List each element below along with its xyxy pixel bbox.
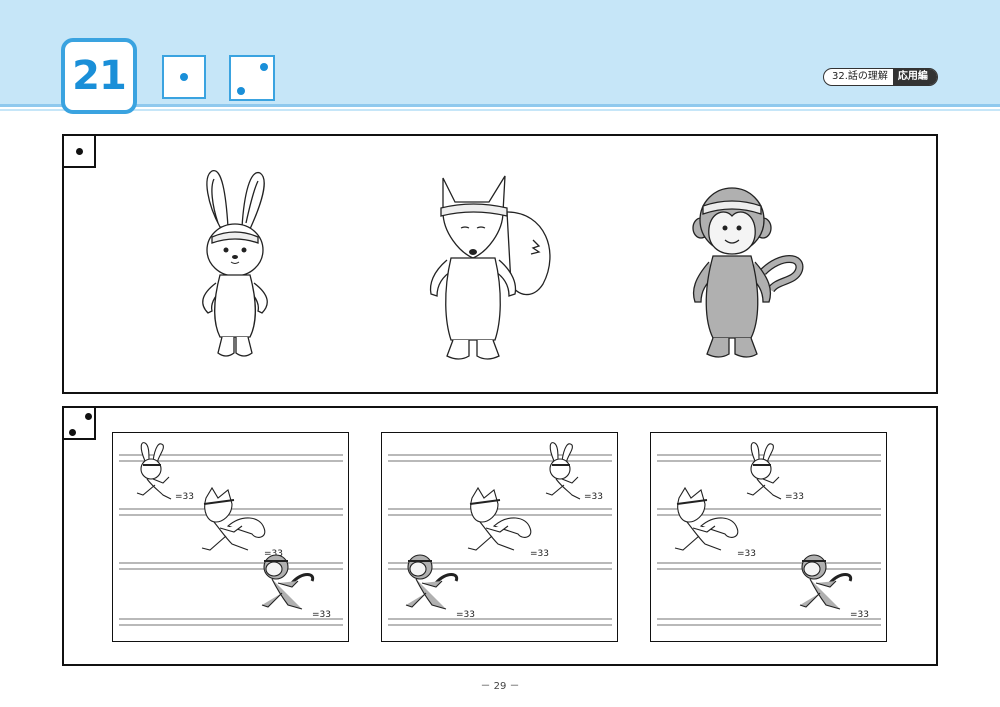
svg-text:=33: =33	[175, 492, 194, 502]
running-monkey-icon: =33	[799, 554, 869, 620]
monkey-icon	[692, 187, 804, 358]
section-tag-level: 応用編	[892, 69, 937, 85]
running-monkey-icon: =33	[405, 554, 475, 620]
running-rabbit-icon: =33	[136, 442, 194, 502]
dice-two-icon	[229, 55, 275, 101]
svg-text:=33: =33	[785, 492, 804, 502]
race-scene-1: =33 =33 =33	[112, 432, 349, 642]
rabbit-icon	[202, 170, 268, 357]
question-number: 21	[61, 38, 137, 114]
svg-text:=33: =33	[312, 610, 331, 620]
svg-text:=33: =33	[737, 549, 756, 559]
header-band	[0, 0, 1000, 104]
svg-text:=33: =33	[530, 549, 549, 559]
running-fox-icon: =33	[674, 486, 756, 559]
header-divider	[0, 104, 1000, 107]
header-divider-thin	[0, 109, 1000, 111]
dice-one-icon	[162, 55, 206, 99]
section-tag-label: 32.話の理解	[832, 71, 888, 82]
section-tag: 32.話の理解 応用編	[823, 68, 938, 86]
svg-text:=33: =33	[456, 610, 475, 620]
race-scene-2: =33 =33 =33	[381, 432, 618, 642]
fox-icon	[429, 175, 551, 360]
page-number: － 29 －	[480, 681, 520, 692]
svg-text:=33: =33	[850, 610, 869, 620]
dice-two-corner-icon	[62, 406, 96, 440]
svg-text:=33: =33	[584, 492, 603, 502]
race-scene-3: =33 =33 =33	[650, 432, 887, 642]
running-monkey-icon: =33	[261, 554, 331, 620]
dice-one-corner-icon	[62, 134, 96, 168]
